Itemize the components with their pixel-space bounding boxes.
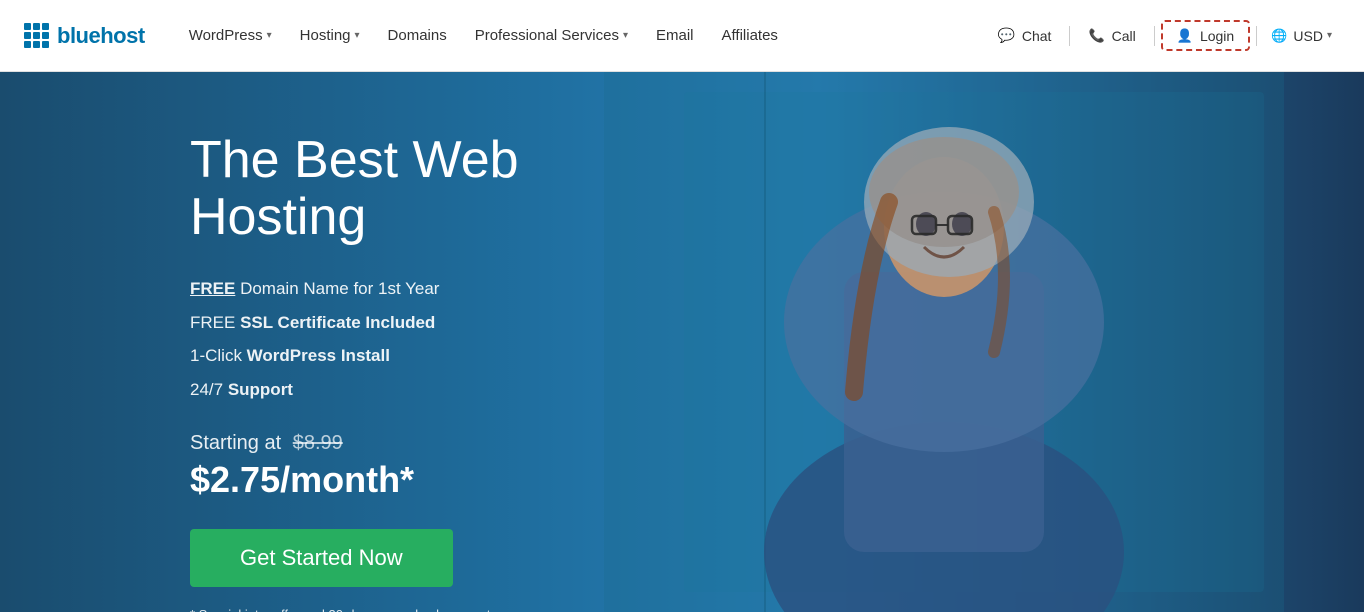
feature-domain-text: Domain Name for 1st Year	[240, 279, 439, 298]
currency-selector[interactable]: USD ▾	[1263, 21, 1340, 50]
call-label: Call	[1112, 28, 1136, 44]
hero-features-list: FREE Domain Name for 1st Year FREE SSL C…	[190, 276, 670, 402]
currency-label: USD	[1293, 28, 1323, 44]
logo-black: host	[100, 23, 144, 48]
hero-section: The Best Web Hosting FREE Domain Name fo…	[0, 72, 1364, 612]
main-nav: WordPress Hosting Domains Professional S…	[177, 19, 790, 52]
nav-item-email[interactable]: Email	[644, 19, 706, 52]
globe-icon	[1271, 27, 1289, 44]
nav-item-affiliates[interactable]: Affiliates	[710, 19, 790, 52]
chat-button[interactable]: Chat	[985, 21, 1063, 50]
nav-item-domains[interactable]: Domains	[376, 19, 459, 52]
hero-image	[604, 72, 1284, 612]
logo-grid-icon	[24, 23, 49, 48]
feature-wp-text: 1-Click WordPress Install	[190, 346, 390, 365]
disclaimer-text[interactable]: * Special intro offer and 30-day money-b…	[190, 607, 670, 612]
nav-item-hosting[interactable]: Hosting	[288, 19, 372, 52]
chat-label: Chat	[1022, 28, 1052, 44]
pricing-area: Starting at $8.99 $2.75/month*	[190, 432, 670, 501]
currency-dropdown-arrow: ▾	[1327, 30, 1332, 41]
feature-domain-underline: FREE	[190, 279, 235, 298]
hero-content: The Best Web Hosting FREE Domain Name fo…	[190, 132, 670, 612]
chat-icon	[997, 27, 1016, 44]
feature-support: 24/7 Support	[190, 377, 670, 403]
get-started-button[interactable]: Get Started Now	[190, 529, 453, 587]
user-icon	[1177, 27, 1195, 44]
divider	[1069, 26, 1070, 46]
logo[interactable]: bluehost	[24, 23, 145, 49]
header-right: Chat Call Login USD ▾	[985, 20, 1340, 51]
current-price: $2.75/month*	[190, 459, 670, 501]
header: bluehost WordPress Hosting Domains Profe…	[0, 0, 1364, 72]
login-button[interactable]: Login	[1161, 20, 1250, 51]
call-icon	[1088, 27, 1106, 44]
login-label: Login	[1200, 28, 1234, 44]
starting-at: Starting at $8.99	[190, 432, 670, 455]
nav-item-wordpress[interactable]: WordPress	[177, 19, 284, 52]
call-button[interactable]: Call	[1076, 21, 1147, 50]
logo-blue: blue	[57, 23, 100, 48]
feature-ssl: FREE SSL Certificate Included	[190, 310, 670, 336]
feature-domain: FREE Domain Name for 1st Year	[190, 276, 670, 302]
divider2	[1154, 26, 1155, 46]
feature-wordpress: 1-Click WordPress Install	[190, 343, 670, 369]
divider3	[1256, 26, 1257, 46]
logo-text: bluehost	[57, 23, 145, 49]
feature-ssl-text: FREE SSL Certificate Included	[190, 313, 435, 332]
feature-support-text: 24/7 Support	[190, 380, 293, 399]
nav-item-professional-services[interactable]: Professional Services	[463, 19, 640, 52]
hero-title: The Best Web Hosting	[190, 132, 670, 246]
starting-at-label: Starting at	[190, 432, 281, 454]
original-price: $8.99	[293, 432, 343, 454]
header-left: bluehost WordPress Hosting Domains Profe…	[24, 19, 790, 52]
